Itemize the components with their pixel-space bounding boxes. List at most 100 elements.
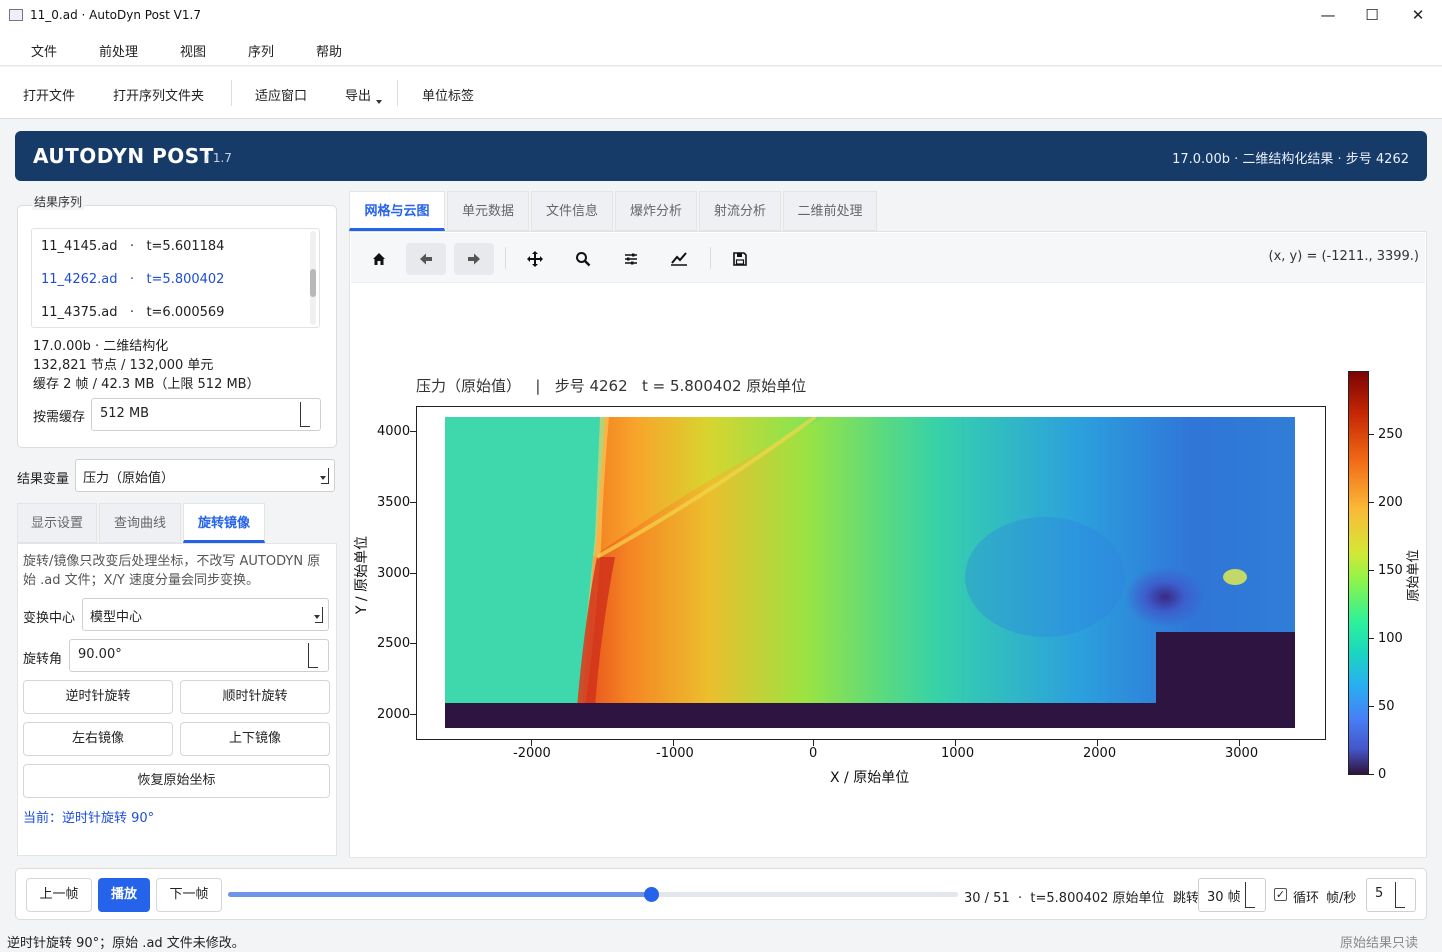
tab-query-curve[interactable]: 查询曲线 — [99, 503, 181, 543]
tab-display-settings[interactable]: 显示设置 — [17, 503, 97, 543]
toolbar-separator — [397, 80, 398, 106]
menu-file[interactable]: 文件 — [31, 41, 57, 60]
tab-cell-data[interactable]: 单元数据 — [447, 191, 529, 231]
unit-label-button[interactable]: 单位标签 — [422, 85, 474, 104]
open-file-button[interactable]: 打开文件 — [23, 85, 75, 104]
cursor-coords: (x, y) = (-1211., 3399.) — [1268, 249, 1419, 264]
jump-value[interactable]: 30 帧 — [1207, 886, 1241, 905]
list-item-selected[interactable]: 11_4262.ad · t=5.800402 — [41, 272, 224, 287]
colorbar-label: 原始单位 — [1406, 549, 1422, 602]
y-tick: 3500 — [377, 495, 411, 510]
x-tick: 0 — [809, 746, 818, 761]
spin-arrows-icon[interactable] — [1245, 882, 1255, 908]
close-button[interactable]: ✕ — [1398, 4, 1438, 28]
y-axis-label: Y / 原始单位 — [354, 535, 370, 615]
chevron-down-icon[interactable] — [320, 468, 329, 484]
list-scrollbar[interactable] — [310, 231, 316, 325]
spin-arrows-icon[interactable] — [308, 643, 318, 668]
center-select[interactable]: 模型中心 — [82, 598, 329, 631]
zoom-icon[interactable] — [563, 243, 603, 275]
configure-icon[interactable] — [611, 243, 651, 275]
chevron-down-icon[interactable] — [314, 607, 323, 623]
list-item[interactable]: 11_4375.ad · t=6.000569 — [41, 305, 224, 320]
status-readonly: 原始结果只读 — [1339, 936, 1418, 951]
playback-bar: 上一帧 播放 下一帧 30 / 51 · t=5.800402 原始单位 跳转 … — [15, 868, 1427, 920]
angle-label: 旋转角 — [23, 652, 63, 667]
export-dropdown-icon[interactable] — [376, 100, 382, 104]
toolbar-separator — [710, 247, 711, 269]
colorbar-tick: 150 — [1378, 563, 1403, 578]
colorbar — [1348, 371, 1369, 775]
fps-spinbox[interactable]: 5 — [1366, 878, 1416, 912]
scrollbar-thumb[interactable] — [310, 269, 316, 297]
export-button[interactable]: 导出 — [345, 85, 371, 104]
colorbar-tick: 200 — [1378, 495, 1403, 510]
colorbar-tick: 0 — [1378, 767, 1387, 782]
sequence-meta-version: 17.0.00b · 二维结构化 — [33, 339, 169, 354]
variable-value[interactable]: 压力（原始值） — [83, 467, 174, 486]
menu-sequence[interactable]: 序列 — [248, 41, 274, 60]
angle-value[interactable]: 90.00° — [78, 647, 122, 662]
open-folder-button[interactable]: 打开序列文件夹 — [113, 85, 204, 104]
frame-sep: · — [1018, 891, 1023, 906]
play-button[interactable]: 播放 — [98, 878, 150, 912]
tab-2d-preprocess[interactable]: 二维前处理 — [783, 191, 877, 231]
spin-arrows-icon[interactable] — [1395, 882, 1405, 908]
tab-mesh-contour[interactable]: 网格与云图 — [349, 191, 445, 231]
mirror-lr-button[interactable]: 左右镜像 — [23, 722, 173, 756]
back-icon[interactable] — [406, 243, 446, 275]
menu-view[interactable]: 视图 — [180, 41, 206, 60]
minimize-button[interactable]: — — [1308, 4, 1348, 28]
pan-icon[interactable] — [515, 243, 555, 275]
pressure-contour[interactable] — [445, 417, 1295, 728]
brand-title: AUTODYN POST — [33, 144, 214, 168]
tab-jet-analysis[interactable]: 射流分析 — [699, 191, 781, 231]
toolbar: 打开文件 打开序列文件夹 适应窗口 导出 单位标签 — [0, 67, 1442, 119]
loop-checkbox[interactable]: ✓ — [1274, 888, 1287, 901]
fps-value[interactable]: 5 — [1375, 886, 1383, 901]
plot-title: 压力（原始值） | 步号 4262 t = 5.800402 原始单位 — [416, 375, 806, 396]
edit-curve-icon[interactable] — [659, 243, 699, 275]
slider-handle[interactable] — [644, 887, 660, 902]
brand-version: / 1.7 — [205, 151, 232, 165]
banner-info: 17.0.00b · 二维结构化结果 · 步号 4262 — [1172, 152, 1409, 167]
frame-time: t=5.800402 原始单位 — [1030, 891, 1165, 906]
restore-coords-button[interactable]: 恢复原始坐标 — [23, 764, 330, 798]
mirror-ud-button[interactable]: 上下镜像 — [180, 722, 330, 756]
y-tick-mark — [410, 502, 416, 503]
forward-icon[interactable] — [454, 243, 494, 275]
home-icon[interactable] — [359, 243, 399, 275]
fit-window-button[interactable]: 适应窗口 — [255, 85, 307, 104]
center-value[interactable]: 模型中心 — [90, 606, 142, 625]
list-item[interactable]: 11_4145.ad · t=5.601184 — [41, 239, 224, 254]
angle-spinbox[interactable]: 90.00° — [69, 639, 329, 672]
tab-file-info[interactable]: 文件信息 — [531, 191, 613, 231]
left-tabs: 显示设置 查询曲线 旋转镜像 — [17, 503, 337, 543]
rotate-ccw-button[interactable]: 逆时针旋转 — [23, 680, 173, 714]
menu-preprocess[interactable]: 前处理 — [99, 41, 138, 60]
cache-value[interactable]: 512 MB — [100, 406, 149, 421]
x-tick: -2000 — [513, 746, 551, 761]
plot-title-variable: 压力（原始值） — [416, 377, 522, 395]
menu-help[interactable]: 帮助 — [316, 41, 342, 60]
prev-frame-button[interactable]: 上一帧 — [26, 878, 92, 912]
colorbar-tick: 250 — [1378, 427, 1403, 442]
tab-blast-analysis[interactable]: 爆炸分析 — [615, 191, 697, 231]
sequence-meta-mesh: 132,821 节点 / 132,000 单元 — [33, 358, 214, 373]
frame-slider[interactable] — [228, 887, 958, 902]
next-frame-button[interactable]: 下一帧 — [156, 878, 222, 912]
tab-rotate-mirror[interactable]: 旋转镜像 — [183, 503, 265, 543]
toolbar-separator — [505, 247, 506, 269]
x-tick: -1000 — [656, 746, 694, 761]
sequence-list[interactable]: 11_4145.ad · t=5.601184 11_4262.ad · t=5… — [31, 228, 320, 328]
jump-spinbox[interactable]: 30 帧 — [1198, 878, 1266, 912]
spin-arrows-icon[interactable] — [300, 402, 310, 427]
loop-label: 循环 — [1293, 891, 1320, 906]
maximize-button[interactable]: ☐ — [1352, 4, 1392, 28]
variable-select[interactable]: 压力（原始值） — [75, 459, 335, 492]
cache-spinbox[interactable]: 512 MB — [91, 398, 321, 431]
colorbar-tick-mark — [1369, 502, 1374, 503]
save-icon[interactable] — [720, 243, 760, 275]
rotate-cw-button[interactable]: 顺时针旋转 — [180, 680, 330, 714]
x-tick: 1000 — [941, 746, 975, 761]
